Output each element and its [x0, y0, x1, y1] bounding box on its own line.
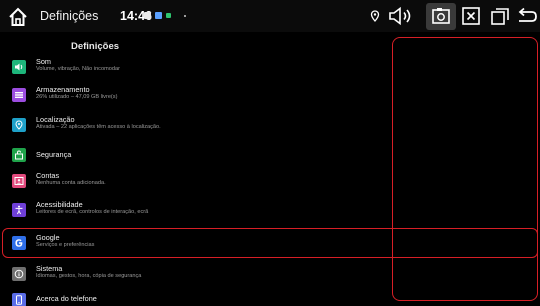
- volume-icon: [12, 60, 26, 74]
- notification-icon: [166, 13, 171, 18]
- settings-item-label: Sistema: [36, 264, 63, 273]
- recent-apps-icon[interactable]: [490, 6, 510, 26]
- accessibility-icon: [12, 203, 26, 217]
- settings-item-label: Armazenamento: [36, 85, 90, 94]
- account-icon: [12, 174, 26, 188]
- notification-icon: [144, 12, 151, 19]
- settings-item-summary: Leitores de ecrã, controlos de interação…: [36, 209, 149, 215]
- location-pin-icon: [12, 118, 26, 132]
- settings-item-summary: Volume, vibração, Não incomodar: [36, 66, 120, 72]
- status-title: Definições: [40, 9, 99, 23]
- page-title: Definições: [70, 41, 120, 52]
- settings-item-acessibilidade[interactable]: Acessibilidade Leitores de ecrã, control…: [0, 197, 390, 225]
- location-icon: [370, 10, 380, 22]
- status-bar: Definições 14:46: [0, 0, 540, 32]
- storage-icon: [12, 88, 26, 102]
- info-icon: [12, 267, 26, 281]
- settings-item-seguranca[interactable]: Segurança: [0, 142, 390, 170]
- more-notifications-dot: [184, 15, 186, 17]
- close-box-icon[interactable]: [461, 6, 481, 26]
- settings-item-localizacao[interactable]: Localização Ativada – 22 aplicações têm …: [0, 112, 390, 140]
- detail-pane-highlight: [392, 37, 538, 301]
- settings-item-sistema[interactable]: Sistema Idiomas, gestos, hora, cópia de …: [0, 261, 390, 289]
- settings-item-label: Contas: [36, 171, 60, 180]
- settings-item-summary: Idiomas, gestos, hora, cópia de seguranç…: [36, 273, 142, 279]
- notification-icon: [155, 12, 162, 19]
- settings-item-label: Localização: [36, 115, 75, 124]
- screenshot-icon[interactable]: [431, 6, 451, 26]
- settings-item-label: Som: [36, 57, 52, 66]
- phone-icon: [12, 293, 26, 306]
- settings-item-label: Acerca do telefone: [36, 294, 97, 303]
- back-icon[interactable]: [515, 6, 539, 26]
- settings-item-armazenamento[interactable]: Armazenamento 26% utilizado – 47,09 GB l…: [0, 82, 390, 110]
- volume-icon[interactable]: [388, 6, 414, 26]
- settings-item-label: Segurança: [36, 150, 72, 159]
- settings-item-acerca-do-telefone[interactable]: Acerca do telefone: [0, 287, 390, 306]
- settings-item-contas[interactable]: Contas Nenhuma conta adicionada.: [0, 168, 390, 196]
- security-icon: [12, 148, 26, 162]
- settings-item-summary: Nenhuma conta adicionada.: [36, 180, 106, 186]
- settings-item-summary: Ativada – 22 aplicações têm acesso à loc…: [36, 124, 161, 130]
- settings-item-summary: 26% utilizado – 47,09 GB livre(s): [36, 94, 118, 100]
- settings-item-label: Acessibilidade: [36, 200, 83, 209]
- home-icon[interactable]: [8, 7, 28, 27]
- settings-item-som[interactable]: Som Volume, vibração, Não incomodar: [0, 54, 390, 82]
